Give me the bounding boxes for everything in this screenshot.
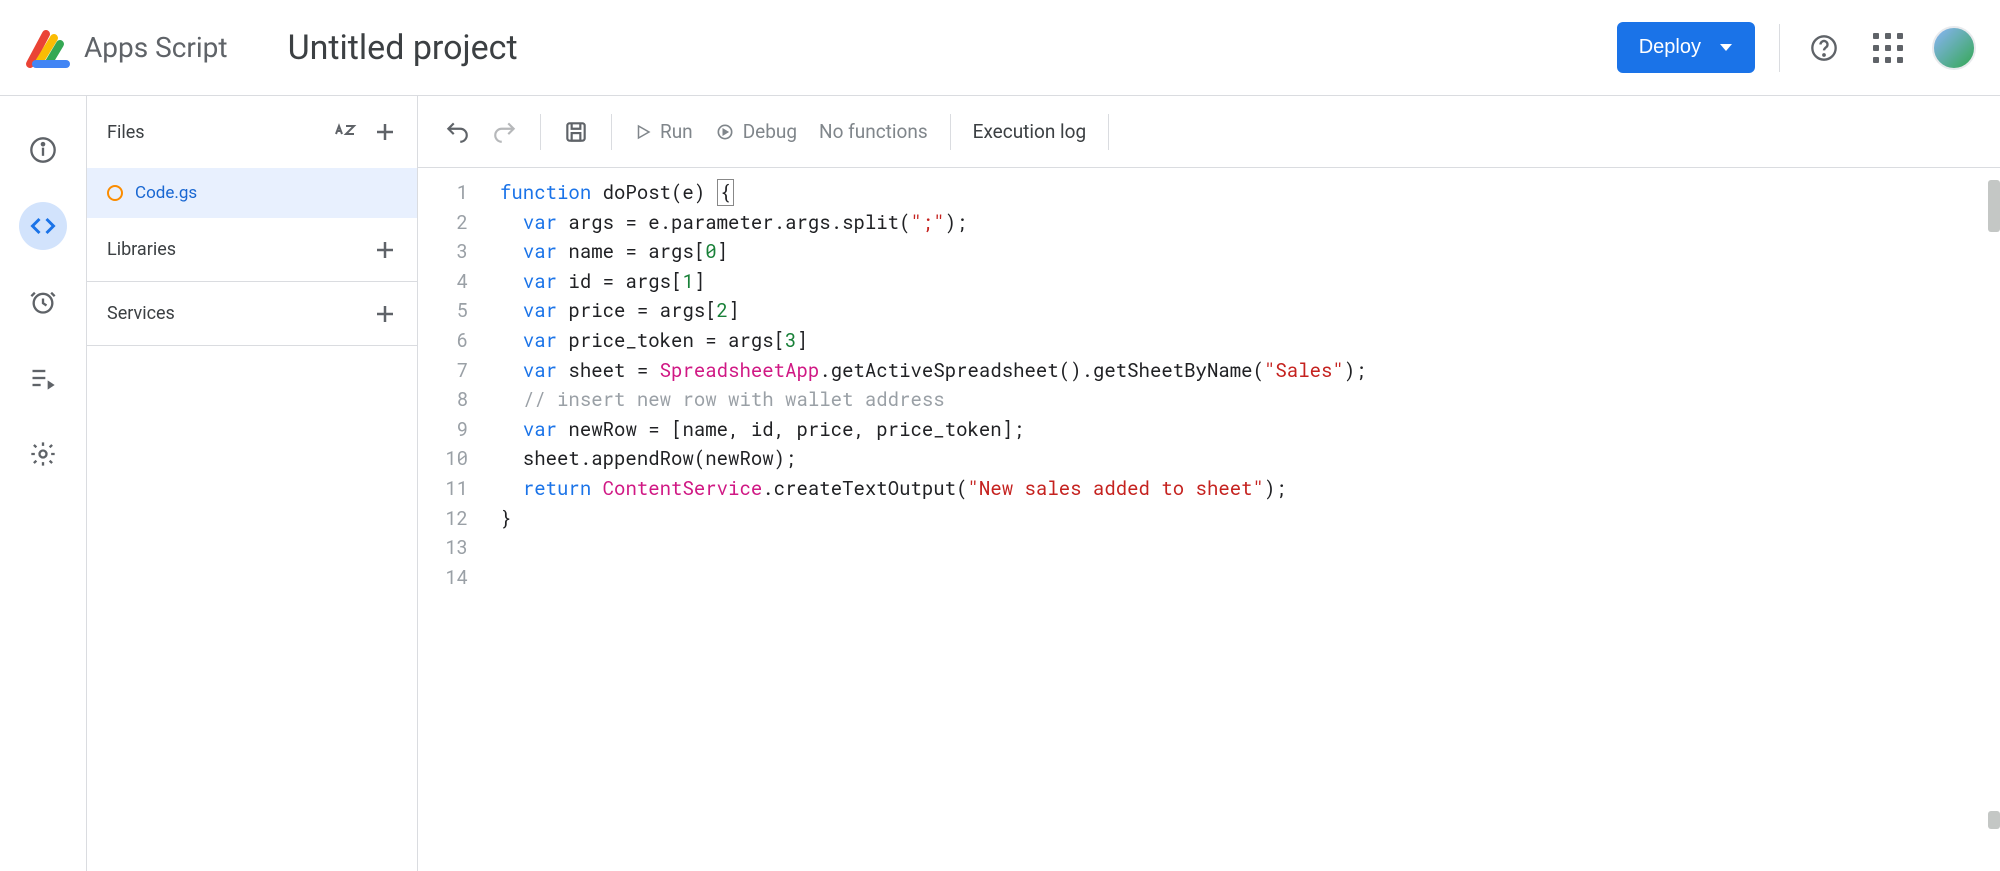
divider xyxy=(540,114,541,150)
header: Apps Script Untitled project Deploy xyxy=(0,0,2000,96)
divider xyxy=(1779,24,1780,72)
function-selector[interactable]: No functions xyxy=(819,120,928,143)
undo-icon[interactable] xyxy=(444,119,470,145)
chevron-down-icon xyxy=(1719,43,1733,53)
rail-settings[interactable] xyxy=(19,430,67,478)
rail-triggers[interactable] xyxy=(19,278,67,326)
add-library-icon[interactable] xyxy=(373,238,397,262)
libraries-label: Libraries xyxy=(107,239,176,260)
editor-column: Run Debug No functions Execution log 123… xyxy=(418,96,2000,871)
executions-icon xyxy=(29,364,57,392)
add-file-icon[interactable] xyxy=(373,120,397,144)
file-name: Code.gs xyxy=(135,183,197,203)
redo-icon[interactable] xyxy=(492,119,518,145)
debug-button[interactable]: Debug xyxy=(715,120,797,143)
run-button[interactable]: Run xyxy=(634,120,693,143)
scrollbar-thumb[interactable] xyxy=(1988,811,2000,829)
body: Files Code.gs Libraries Services xyxy=(0,96,2000,871)
divider xyxy=(611,114,612,150)
header-actions: Deploy xyxy=(1617,22,1976,73)
rail-overview[interactable] xyxy=(19,126,67,174)
scrollbar-thumb[interactable] xyxy=(1988,180,2000,232)
play-icon xyxy=(634,123,652,141)
deploy-button[interactable]: Deploy xyxy=(1617,22,1755,73)
divider xyxy=(950,114,951,150)
execution-log-label: Execution log xyxy=(973,120,1087,143)
help-button[interactable] xyxy=(1804,28,1844,68)
services-label: Services xyxy=(107,303,175,324)
rail-executions[interactable] xyxy=(19,354,67,402)
sidebar: Files Code.gs Libraries Services xyxy=(86,96,418,871)
functions-label: No functions xyxy=(819,120,928,143)
help-icon xyxy=(1810,34,1838,62)
deploy-label: Deploy xyxy=(1639,36,1701,59)
apps-menu-button[interactable] xyxy=(1868,28,1908,68)
user-avatar[interactable] xyxy=(1932,26,1976,70)
editor-toolbar: Run Debug No functions Execution log xyxy=(418,96,2000,168)
gear-icon xyxy=(29,440,57,468)
clock-icon xyxy=(29,288,57,316)
apps-script-logo-icon xyxy=(24,24,72,72)
rail-editor[interactable] xyxy=(19,202,67,250)
divider xyxy=(1108,114,1109,150)
sidebar-services: Services xyxy=(87,282,417,346)
debug-label: Debug xyxy=(743,120,797,143)
info-icon xyxy=(29,136,57,164)
sidebar-libraries: Libraries xyxy=(87,218,417,282)
file-item-code[interactable]: Code.gs xyxy=(87,168,417,218)
apps-grid-icon xyxy=(1873,33,1903,63)
run-label: Run xyxy=(660,120,693,143)
add-service-icon[interactable] xyxy=(373,302,397,326)
code-content[interactable]: function doPost(e) { var args = e.parame… xyxy=(482,168,2000,871)
sidebar-files-header: Files xyxy=(87,96,417,168)
files-label: Files xyxy=(107,122,145,143)
debug-icon xyxy=(715,122,735,142)
code-editor[interactable]: 1234567891011121314 function doPost(e) {… xyxy=(418,168,2000,871)
project-title[interactable]: Untitled project xyxy=(288,28,1617,68)
line-gutter: 1234567891011121314 xyxy=(418,168,482,871)
execution-log-button[interactable]: Execution log xyxy=(973,120,1087,143)
sort-icon[interactable] xyxy=(333,120,357,144)
code-icon xyxy=(29,212,57,240)
logo-area: Apps Script xyxy=(24,24,228,72)
save-icon[interactable] xyxy=(563,119,589,145)
nav-rail xyxy=(0,96,86,871)
app-name: Apps Script xyxy=(84,31,228,64)
unsaved-dot-icon xyxy=(107,185,123,201)
